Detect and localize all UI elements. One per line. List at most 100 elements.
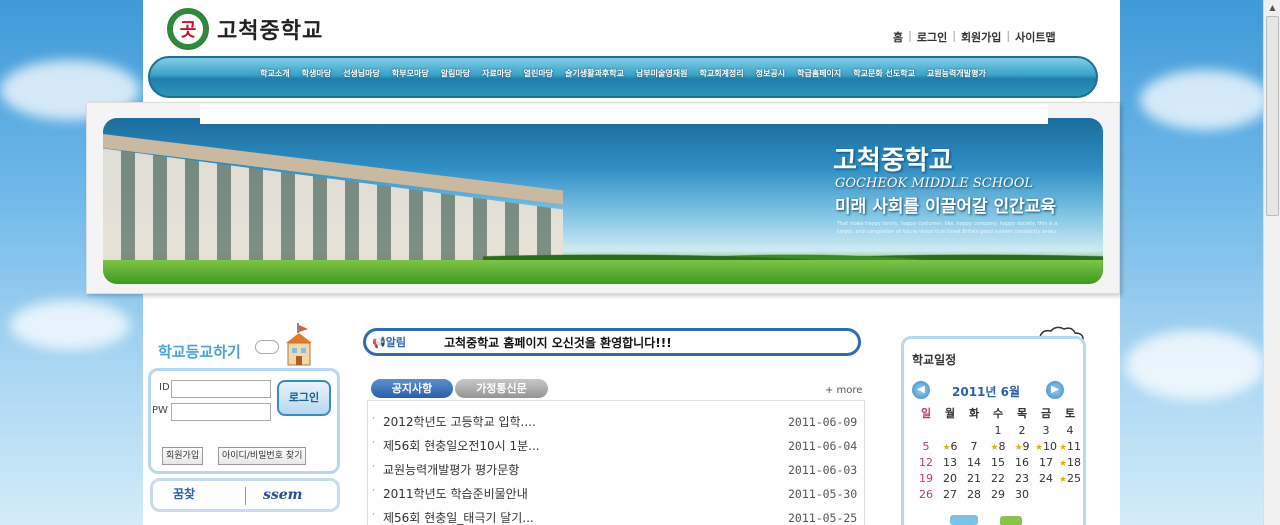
nav-item-accounting[interactable]: 학교회계정리 — [699, 68, 743, 79]
calendar-day[interactable]: 2 — [1010, 423, 1034, 439]
calendar-day[interactable]: 4 — [1058, 423, 1082, 439]
login-link[interactable]: 로그인 — [917, 29, 947, 45]
calendar-month: 2011년 6월 — [952, 385, 1021, 399]
notice-date: 2011-05-25 — [788, 511, 858, 525]
calendar-day[interactable]: 26 — [914, 487, 938, 503]
calendar-day-event[interactable]: 6 — [938, 439, 962, 455]
nav-item-disclosure[interactable]: 정보공시 — [756, 68, 785, 79]
calendar-day[interactable]: 15 — [986, 455, 1010, 471]
calendar-day[interactable]: 1 — [986, 423, 1010, 439]
nav-item-parents[interactable]: 학부모마당 — [392, 68, 429, 79]
sky-cloud — [10, 300, 130, 350]
weekday: 화 — [968, 407, 980, 420]
bullet: · — [372, 414, 375, 424]
partner-link-ssem[interactable]: ssem — [263, 487, 302, 503]
signup-button[interactable]: 회원가입 — [162, 447, 204, 465]
find-account-button[interactable]: 아이디/비밀번호 찾기 — [218, 447, 307, 465]
banner-subtitle: GOCHEOK MIDDLE SCHOOL — [835, 176, 1034, 191]
bullet: · — [372, 486, 375, 496]
calendar-day-event[interactable]: 11 — [1058, 439, 1082, 455]
banner-top-strip — [200, 104, 1048, 124]
calendar-day[interactable]: 27 — [938, 487, 962, 503]
nav-item-notices[interactable]: 알림마당 — [441, 68, 470, 79]
nav-item-culture-school[interactable]: 학교문화 선도학교 — [853, 68, 915, 79]
list-item[interactable]: · 2012학년도 고등학교 입학.... 2011-06-09 — [372, 411, 862, 433]
calendar-day[interactable]: 28 — [962, 487, 986, 503]
alert-bar: 📢알림 고척중학교 홈페이지 오신것을 환영합니다!!! — [363, 328, 861, 356]
nav-item-afterschool[interactable]: 슬기생활과후학교 — [565, 68, 624, 79]
scroll-thumb[interactable] — [1266, 16, 1279, 216]
password-input[interactable] — [171, 403, 271, 421]
calendar-day[interactable]: 17 — [1034, 455, 1058, 471]
calendar-day[interactable]: 7 — [962, 439, 986, 455]
nav-item-class-pages[interactable]: 학급홈페이지 — [797, 68, 841, 79]
calendar-day[interactable]: 3 — [1034, 423, 1058, 439]
calendar-day[interactable]: 16 — [1010, 455, 1034, 471]
sitemap-link[interactable]: 사이트맵 — [1015, 29, 1055, 45]
nav-item-students[interactable]: 학생마당 — [302, 68, 331, 79]
alert-message[interactable]: 고척중학교 홈페이지 오신것을 환영합니다!!! — [444, 334, 672, 351]
calendar-day-event[interactable]: 18 — [1058, 455, 1082, 471]
signup-link[interactable]: 회원가입 — [961, 29, 1001, 45]
calendar-day[interactable]: 19 — [914, 471, 938, 487]
calendar-day[interactable]: 14 — [962, 455, 986, 471]
notice-title[interactable]: 2011학년도 학습준비물안내 — [383, 485, 528, 502]
sky-cloud — [1125, 330, 1265, 400]
id-input[interactable] — [171, 380, 271, 398]
notice-date: 2011-06-09 — [788, 415, 858, 429]
calendar-day[interactable]: 12 — [914, 455, 938, 471]
notice-date: 2011-06-04 — [788, 439, 858, 453]
calendar-day[interactable]: 29 — [986, 487, 1010, 503]
home-link[interactable]: 홈 — [893, 29, 903, 45]
notice-title[interactable]: 제56회 현충일오전10시 1분... — [383, 437, 540, 454]
calendar-day[interactable]: 23 — [1010, 471, 1034, 487]
notice-title[interactable]: 제56회 현충일_태극기 달기... — [383, 509, 534, 525]
calendar-day-event[interactable]: 9 — [1010, 439, 1034, 455]
nav-item-school-intro[interactable]: 학교소개 — [260, 68, 289, 79]
calendar-day-event[interactable]: 25 — [1058, 471, 1082, 487]
weekday: 금 — [1040, 407, 1052, 420]
main-banner: 고척중학교 GOCHEOK MIDDLE SCHOOL 미래 사회를 이끌어갈 … — [103, 118, 1103, 284]
next-month-icon[interactable]: ▶ — [1046, 381, 1064, 399]
calendar-day[interactable]: 24 — [1034, 471, 1058, 487]
login-button[interactable]: 로그인 — [277, 380, 331, 416]
calendar-grid: 일 월 화 수 목 금 토 1 2 3 4 5 6 7 8 9 10 11 12 — [914, 405, 1082, 503]
school-logo[interactable]: 곳 고척중학교 — [167, 8, 323, 50]
calendar-day[interactable]: 5 — [914, 439, 938, 455]
more-link[interactable]: + more — [825, 385, 862, 396]
nav-item-resources[interactable]: 자료마당 — [482, 68, 511, 79]
list-item[interactable]: · 교원능력개발평가 평가문항 2011-06-03 — [372, 459, 862, 481]
calendar-day[interactable]: 30 — [1010, 487, 1034, 503]
page-scrollbar[interactable]: ▲ — [1263, 0, 1280, 525]
list-item[interactable]: · 제56회 현충일_태극기 달기... 2011-05-25 — [372, 507, 862, 525]
nav-item-open-forum[interactable]: 열린마당 — [524, 68, 553, 79]
calendar-day[interactable]: 22 — [986, 471, 1010, 487]
notice-title[interactable]: 2012학년도 고등학교 입학.... — [383, 413, 536, 430]
decoration-icon — [1000, 516, 1022, 525]
nav-item-art-gifted[interactable]: 남부미술영재원 — [636, 68, 688, 79]
id-label: ID — [159, 382, 170, 393]
calendar-day[interactable]: 21 — [962, 471, 986, 487]
calendar-day-event[interactable]: 10 — [1034, 439, 1058, 455]
list-item[interactable]: · 제56회 현충일오전10시 1분... 2011-06-04 — [372, 435, 862, 457]
partner-link-dream[interactable]: 꿈찾 — [173, 485, 195, 502]
prev-month-icon[interactable]: ◀ — [912, 381, 930, 399]
calendar-week: 5 6 7 8 9 10 11 — [914, 439, 1082, 455]
calendar-day — [962, 423, 986, 439]
tab-family-letters[interactable]: 가정통신문 — [455, 379, 548, 398]
bullet: · — [372, 438, 375, 448]
nav-item-teachers[interactable]: 선생님마당 — [343, 68, 380, 79]
calendar-day-event[interactable]: 8 — [986, 439, 1010, 455]
notice-title[interactable]: 교원능력개발평가 평가문항 — [383, 461, 519, 478]
weekday: 토 — [1064, 407, 1076, 420]
nav-item-teacher-eval[interactable]: 교원능력개발평가 — [927, 68, 986, 79]
calendar-day[interactable]: 13 — [938, 455, 962, 471]
tab-notices[interactable]: 공지사항 — [371, 379, 453, 398]
banner-title: 고척중학교 — [833, 146, 953, 176]
alert-tag-label: 알림 — [385, 336, 406, 349]
cloud-icon — [255, 340, 279, 354]
list-item[interactable]: · 2011학년도 학습준비물안내 2011-05-30 — [372, 483, 862, 505]
calendar-day[interactable]: 20 — [938, 471, 962, 487]
scroll-up-icon[interactable]: ▲ — [1267, 2, 1278, 13]
calendar-title: 학교일정 — [912, 353, 957, 367]
